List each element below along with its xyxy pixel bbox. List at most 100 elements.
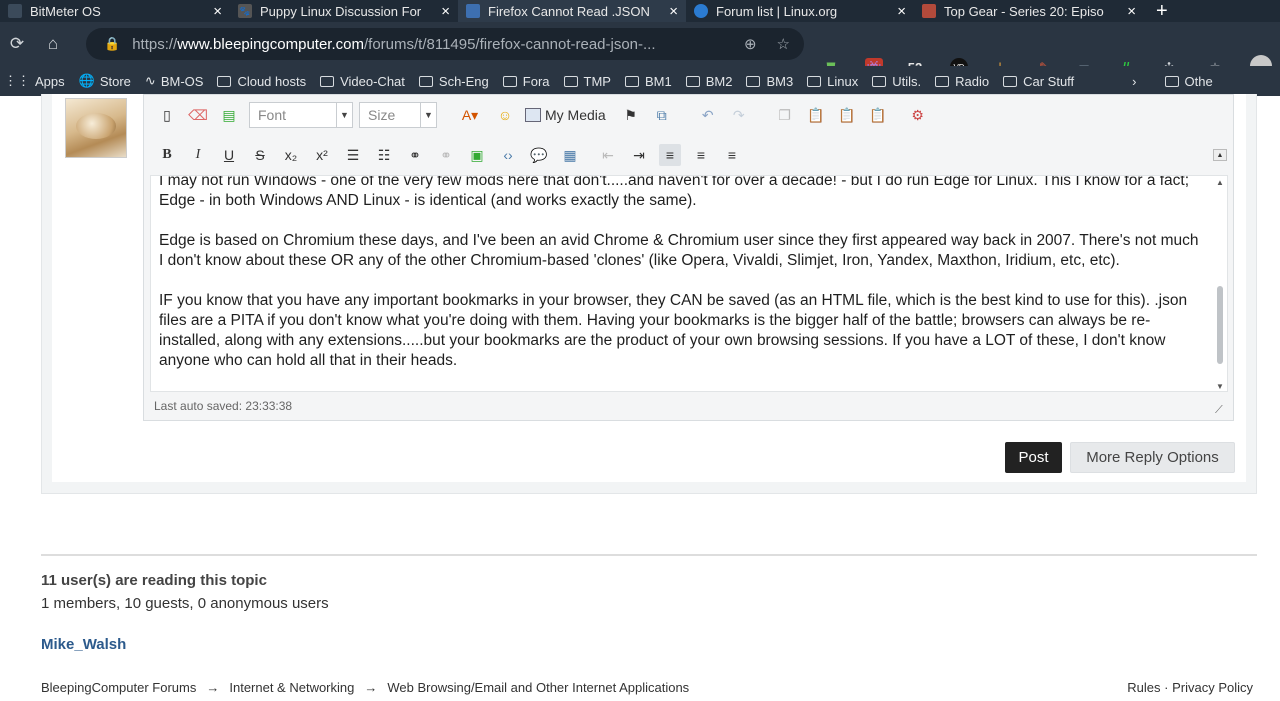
tab-favicon-icon — [8, 4, 22, 18]
close-icon[interactable]: × — [213, 3, 222, 20]
font-select[interactable]: Font ▼ — [249, 102, 353, 128]
subscript-icon[interactable]: x₂ — [280, 144, 302, 166]
spellcheck-icon[interactable]: ⚙ — [907, 104, 929, 126]
address-bar[interactable]: 🔒 https://www.bleepingcomputer.com/forum… — [86, 28, 804, 60]
size-select[interactable]: Size ▼ — [359, 102, 437, 128]
paste-icon[interactable]: 📋 — [805, 104, 827, 126]
bookmark-folder[interactable]: TMP — [563, 74, 611, 89]
post-button[interactable]: Post — [1005, 442, 1062, 473]
my-media-button[interactable]: My Media — [525, 107, 606, 123]
indent-icon[interactable]: ⇥ — [628, 144, 650, 166]
scroll-up-icon[interactable]: ▲ — [1216, 178, 1224, 187]
globe-icon: 🌐 — [78, 73, 95, 88]
bookmark-store[interactable]: 🌐 Store — [79, 73, 131, 89]
reload-icon[interactable]: ⟳ — [6, 33, 28, 55]
tab-bar: BitMeter OS × 🐾 Puppy Linux Discussion F… — [0, 0, 1280, 22]
bookmark-folder[interactable]: Fora — [502, 74, 550, 89]
link-icon[interactable]: ⚭ — [404, 144, 426, 166]
resize-handle-icon[interactable]: ⟋ — [1215, 404, 1227, 416]
numbered-list-icon[interactable]: ☷ — [373, 144, 395, 166]
code-blocks-icon[interactable]: ⧉ — [651, 104, 673, 126]
tab-label: Puppy Linux Discussion For — [260, 3, 422, 19]
folder-icon — [418, 75, 433, 87]
close-icon[interactable]: × — [1127, 3, 1136, 20]
align-right-icon[interactable]: ≡ — [721, 144, 743, 166]
undo-icon[interactable]: ↶ — [697, 104, 719, 126]
quote-icon[interactable]: 💬 — [528, 144, 550, 166]
template-icon[interactable]: ▤ — [218, 104, 240, 126]
bookmark-folder[interactable]: Utils. — [872, 74, 921, 89]
close-icon[interactable]: × — [441, 3, 450, 20]
breadcrumb-link[interactable]: Web Browsing/Email and Other Internet Ap… — [387, 680, 689, 695]
bulleted-list-icon[interactable]: ☰ — [342, 144, 364, 166]
align-center-icon[interactable]: ≡ — [690, 144, 712, 166]
paste-word-icon[interactable]: 📋 — [867, 104, 889, 126]
media-embed-icon[interactable]: ▦ — [559, 144, 581, 166]
tab-linux-org[interactable]: Forum list | Linux.org × — [686, 0, 914, 22]
bookmark-folder[interactable]: Video-Chat — [320, 74, 405, 89]
bookmarks-overflow-icon[interactable]: › — [1132, 74, 1136, 89]
reply-paragraph: Edge is based on Chromium these days, an… — [159, 232, 1199, 269]
bold-icon[interactable]: B — [156, 144, 178, 166]
bookmark-other[interactable]: Othe — [1164, 74, 1213, 89]
superscript-icon[interactable]: x² — [311, 144, 333, 166]
unlink-icon[interactable]: ⚭ — [435, 144, 457, 166]
bookmark-bm-os[interactable]: ∿ BM-OS — [145, 73, 204, 89]
strikethrough-icon[interactable]: S — [249, 144, 271, 166]
zoom-icon[interactable]: ⊕ — [744, 35, 757, 53]
source-icon[interactable]: ▯ — [156, 104, 178, 126]
reply-editor: ▯ ⌫ ▤ Font ▼ Size ▼ A▾ ☺ My Media ⚑ ⧉ ↶ ↷ … — [143, 94, 1234, 421]
tab-puppy-linux[interactable]: 🐾 Puppy Linux Discussion For × — [230, 0, 458, 22]
footer-links[interactable]: Rules · Privacy Policy — [1127, 680, 1253, 695]
divider — [41, 554, 1257, 556]
bookmark-folder[interactable]: BM1 — [624, 74, 672, 89]
bookmark-folder[interactable]: Linux — [807, 74, 858, 89]
breadcrumb-link[interactable]: BleepingComputer Forums — [41, 680, 196, 695]
bookmark-folder[interactable]: Car Stuff — [1003, 74, 1074, 89]
bookmark-folder[interactable]: Sch-Eng — [418, 74, 489, 89]
eraser-icon[interactable]: ⌫ — [187, 104, 209, 126]
copy-icon[interactable]: ❐ — [774, 104, 796, 126]
bookmark-folder[interactable]: BM2 — [685, 74, 732, 89]
folder-icon — [217, 75, 232, 87]
tab-firefox-json[interactable]: Firefox Cannot Read .JSON × — [458, 0, 686, 22]
bookmark-star-icon[interactable]: ☆ — [777, 35, 790, 53]
align-left-icon[interactable]: ≡ — [659, 144, 681, 166]
code-icon[interactable]: ‹› — [497, 144, 519, 166]
tab-top-gear[interactable]: Top Gear - Series 20: Episo × — [914, 0, 1144, 22]
avatar — [65, 98, 127, 158]
outdent-icon[interactable]: ⇤ — [597, 144, 619, 166]
paste-text-icon[interactable]: 📋 — [836, 104, 858, 126]
bookmark-folder[interactable]: BM3 — [746, 74, 793, 89]
folder-icon — [935, 75, 950, 87]
bookmark-folder[interactable]: Cloud hosts — [217, 74, 306, 89]
breadcrumb-link[interactable]: Internet & Networking — [229, 680, 354, 695]
scrollbar-thumb[interactable] — [1217, 286, 1223, 364]
tab-bitmeter[interactable]: BitMeter OS × — [0, 0, 230, 22]
folder-icon — [1164, 75, 1179, 87]
redo-icon[interactable]: ↷ — [728, 104, 750, 126]
image-icon[interactable]: ▣ — [466, 144, 488, 166]
reply-paragraph: I may not run Windows - one of the very … — [159, 175, 1190, 209]
reply-textarea[interactable]: I may not run Windows - one of the very … — [150, 175, 1228, 392]
italic-icon[interactable]: I — [187, 144, 209, 166]
tab-favicon-icon — [694, 4, 708, 18]
new-tab-icon[interactable]: + — [1156, 0, 1168, 23]
bookmark-folder[interactable]: Radio — [935, 74, 989, 89]
underline-icon[interactable]: U — [218, 144, 240, 166]
tab-favicon-icon: 🐾 — [238, 4, 252, 18]
textarea-scrollbar[interactable]: ▲ ▼ — [1213, 176, 1227, 391]
pulse-icon: ∿ — [144, 73, 156, 88]
breadcrumb-separator: → — [364, 680, 378, 695]
close-icon[interactable]: × — [669, 3, 678, 20]
spoiler-icon[interactable]: ⚑ — [620, 104, 642, 126]
bookmark-apps[interactable]: ⋮⋮ Apps — [4, 73, 65, 89]
more-reply-options-button[interactable]: More Reply Options — [1070, 442, 1235, 473]
member-link[interactable]: Mike_Walsh — [41, 636, 126, 653]
home-icon[interactable]: ⌂ — [42, 33, 64, 55]
collapse-toolbar-icon[interactable]: ▲ — [1213, 149, 1227, 161]
close-icon[interactable]: × — [897, 3, 906, 20]
text-color-icon[interactable]: A▾ — [455, 104, 485, 126]
scroll-down-icon[interactable]: ▼ — [1216, 382, 1224, 391]
emoticon-icon[interactable]: ☺ — [494, 104, 516, 126]
